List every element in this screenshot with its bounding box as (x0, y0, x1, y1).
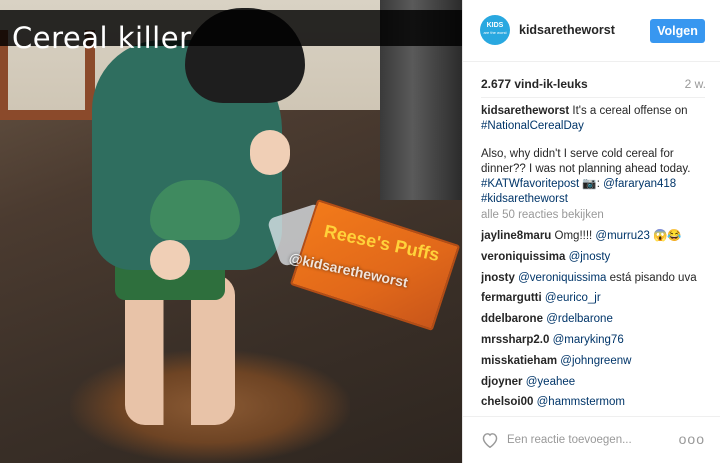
post-time[interactable]: 2 w. (685, 77, 706, 91)
comment-mention[interactable]: @maryking76 (553, 334, 624, 346)
caption-hashtag-favorite[interactable]: #KATWfavoritepost (481, 178, 579, 190)
comment-item: djoyner @yeahee (481, 372, 709, 393)
comment-mention[interactable]: @veroniquissima (518, 272, 606, 284)
comment-mention[interactable]: @johngreenw (560, 355, 631, 367)
avatar-text: KIDS (486, 22, 504, 29)
caption-hashtag-national-cereal-day[interactable]: #NationalCerealDay (481, 120, 584, 132)
comment-username[interactable]: jayline8maru (481, 230, 551, 242)
username-link[interactable]: kidsaretheworst (519, 23, 615, 37)
comment-username[interactable]: djoyner (481, 376, 523, 388)
comment-mention[interactable]: @jnosty (569, 251, 611, 263)
comment-username[interactable]: veroniquissima (481, 251, 565, 263)
comment-item: jnosty @veroniquissima está pisando uva (481, 268, 709, 289)
caption-paragraph-1: kidsaretheworst It's a cereal offense on… (481, 104, 709, 134)
comment-item: fermargutti @eurico_jr (481, 288, 709, 309)
avatar[interactable]: KIDS are the worst (480, 15, 510, 45)
comment-item: misskatieham @johngreenw (481, 351, 709, 372)
divider (481, 97, 705, 98)
comment-item: mrssharp2.0 @maryking76 (481, 330, 709, 351)
caption-text-1: It's a cereal offense on (569, 105, 688, 117)
comment-mention[interactable]: @rdelbarone (546, 313, 613, 325)
comment-mention[interactable]: @hammstermom (537, 396, 625, 408)
comment-item: veroniquissima @jnosty (481, 247, 709, 268)
comment-item: ddelbarone @rdelbarone (481, 309, 709, 330)
comment-item: chelsoi00 @hammstermom (481, 392, 709, 411)
comment-username[interactable]: fermargutti (481, 292, 542, 304)
photo-title: Cereal killer (12, 21, 192, 55)
more-options-icon[interactable]: ooo (679, 431, 705, 447)
post-header: KIDS are the worst kidsaretheworst Volge… (463, 0, 720, 62)
caption-mention[interactable]: @fararyan418 (603, 178, 676, 190)
photo-kid-hand-left (150, 240, 190, 280)
comment-username[interactable]: jnosty (481, 272, 515, 284)
comment-mention[interactable]: @murru23 (595, 230, 650, 242)
post-photo[interactable]: Reese's Puffs @kidsaretheworst Cereal ki… (0, 0, 462, 463)
comment-text: Omg!!!! (551, 230, 596, 242)
show-all-comments-link[interactable]: alle 50 reacties bekijken (481, 209, 604, 221)
caption-camera: 📷: (579, 178, 604, 190)
post-footer: ooo (463, 416, 720, 463)
comment-suffix: 😱😂 (649, 230, 682, 242)
comment-username[interactable]: chelsoi00 (481, 396, 533, 408)
comment-username[interactable]: misskatieham (481, 355, 557, 367)
caption-paragraph-2: Also, why didn't I serve cold cereal for… (481, 147, 709, 207)
post-caption: kidsaretheworst It's a cereal offense on… (481, 104, 709, 220)
photo-title-bar: Cereal killer (0, 10, 462, 55)
comment-list: jayline8maru Omg!!!! @murru23 😱😂 veroniqu… (481, 226, 709, 411)
caption-username[interactable]: kidsaretheworst (481, 105, 569, 117)
avatar-subtext: are the worst (483, 30, 507, 35)
comment-mention[interactable]: @eurico_jr (545, 292, 601, 304)
comment-mention[interactable]: @yeahee (526, 376, 575, 388)
follow-button[interactable]: Volgen (650, 19, 705, 43)
post-side-panel: KIDS are the worst kidsaretheworst Volge… (462, 0, 720, 463)
add-comment-input[interactable] (507, 429, 667, 451)
comment-item: jayline8maru Omg!!!! @murru23 😱😂 (481, 226, 709, 247)
photo-kid-hand (250, 130, 290, 175)
caption-text-2: Also, why didn't I serve cold cereal for… (481, 148, 691, 175)
likes-count[interactable]: 2.677 vind-ik-leuks (481, 77, 588, 91)
comment-username[interactable]: ddelbarone (481, 313, 543, 325)
comment-username[interactable]: mrssharp2.0 (481, 334, 549, 346)
comment-suffix: está pisando uva (606, 271, 697, 284)
heart-icon[interactable] (481, 432, 499, 448)
instagram-post-modal: Reese's Puffs @kidsaretheworst Cereal ki… (0, 0, 720, 463)
caption-hashtag-kids[interactable]: #kidsaretheworst (481, 193, 568, 205)
